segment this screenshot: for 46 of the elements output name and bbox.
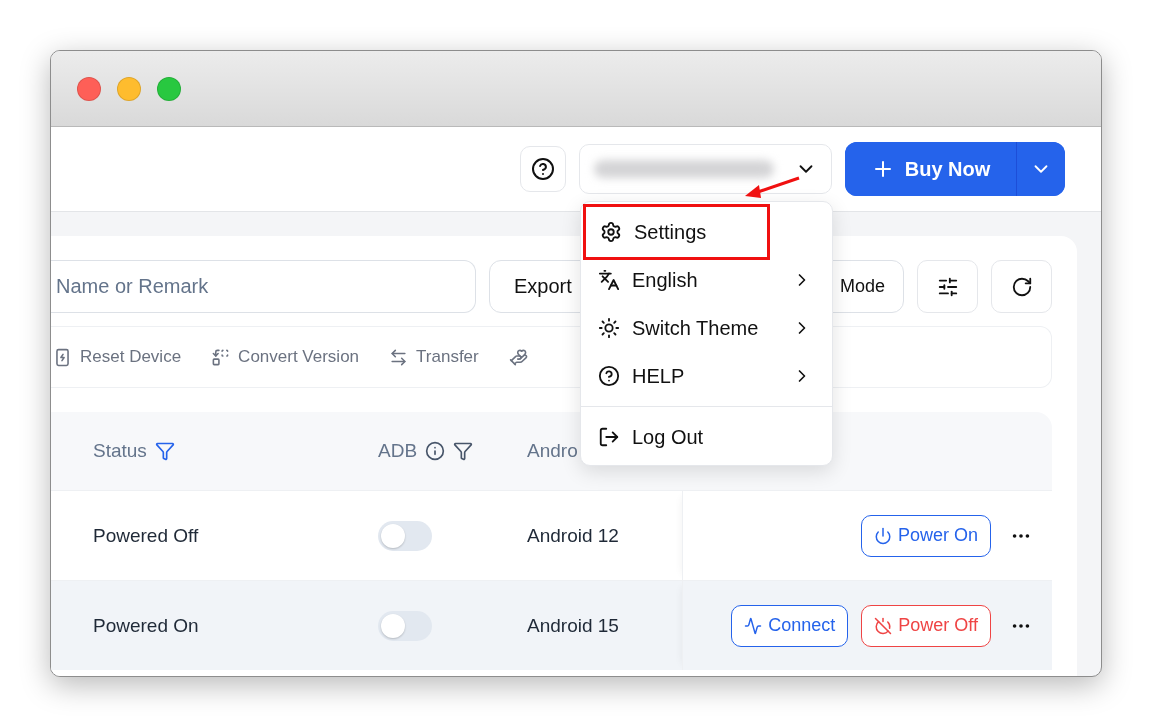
convert-icon (211, 347, 231, 367)
power-on-button[interactable]: Power On (860, 514, 991, 557)
settings-icon (600, 221, 622, 243)
connect-icon (744, 616, 763, 635)
power-off-button[interactable]: Power Off (861, 604, 991, 647)
table-cell: Powered On (93, 614, 199, 637)
transfer-icon (389, 347, 409, 367)
sliders-button[interactable] (917, 260, 978, 313)
column-header: Andro (527, 440, 578, 462)
reset-icon (53, 347, 72, 367)
adb-toggle[interactable] (378, 520, 432, 551)
menu-item[interactable]: HELP (581, 352, 832, 400)
help-icon (531, 157, 555, 181)
column-header: Status (93, 440, 147, 462)
action-button[interactable]: Transfer (389, 347, 479, 367)
column-header: ADB (378, 440, 418, 462)
sliders-icon (936, 275, 959, 298)
table-row[interactable]: Powered Off Android 12 Power On (51, 490, 1052, 580)
refresh-button[interactable] (991, 260, 1052, 313)
refresh-icon (1010, 275, 1033, 298)
theme-icon (598, 317, 620, 339)
buy-now-button[interactable]: Buy Now (845, 142, 1017, 196)
connect-button[interactable]: Connect (731, 604, 849, 647)
power-off-icon (874, 616, 893, 635)
logout-icon (598, 426, 620, 448)
filter-icon[interactable] (453, 441, 474, 461)
power-on-icon (873, 526, 892, 545)
action-button[interactable] (508, 347, 528, 367)
table-row[interactable]: Powered On Android 15 Connect Power Off (51, 580, 1052, 670)
action-button[interactable]: Convert Version (211, 347, 360, 367)
table-cell: Android 12 (527, 524, 619, 547)
help-button[interactable] (520, 146, 566, 192)
language-icon (598, 269, 620, 291)
hand-icon (508, 347, 528, 367)
table-cell: Powered Off (93, 524, 199, 547)
filter-icon[interactable] (154, 441, 175, 461)
adb-toggle[interactable] (378, 610, 432, 641)
action-button[interactable]: Reset Device (53, 347, 182, 367)
close-button[interactable] (77, 76, 101, 101)
annotation-arrow (745, 176, 800, 198)
search-field[interactable]: Name or Remark (51, 260, 476, 313)
help-icon (598, 365, 620, 387)
menu-item[interactable]: Settings (583, 204, 770, 260)
menu-item[interactable]: Log Out (581, 413, 832, 461)
table-cell: Android 15 (527, 614, 619, 637)
info-icon[interactable] (425, 441, 446, 461)
